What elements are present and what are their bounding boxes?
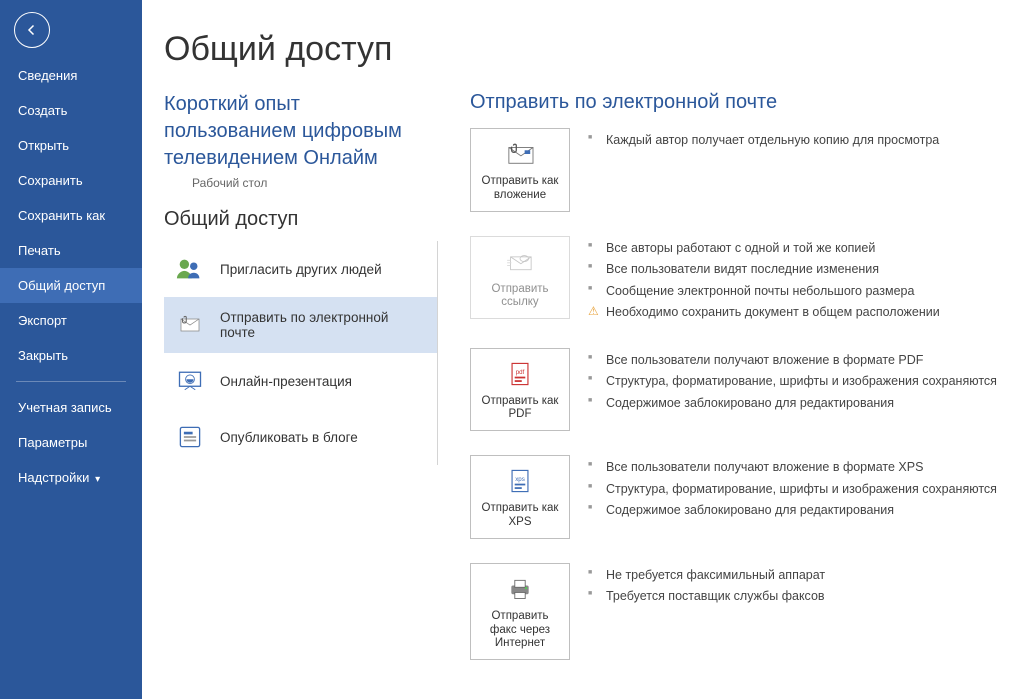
sidebar-separator (16, 381, 126, 382)
xps-icon: xps (503, 466, 537, 496)
bullet-item: Содержимое заблокировано для редактирова… (588, 393, 1005, 415)
bullet-item: Содержимое заблокировано для редактирова… (588, 500, 1005, 522)
back-button[interactable] (14, 12, 50, 48)
share-option-label: Пригласить других людей (220, 262, 382, 277)
sidebar-item-addins[interactable]: Надстройки ▾ (0, 460, 142, 495)
share-section-header: Общий доступ (164, 208, 438, 231)
button-label: Отправить как вложение (477, 175, 563, 203)
send-as-xps-button[interactable]: xps Отправить как XPS (470, 455, 570, 539)
left-column: Короткий опыт пользованием цифровым теле… (164, 91, 438, 684)
share-option-present[interactable]: Онлайн-презентация (164, 353, 437, 409)
doc-title-line: телевидением Онлайм (164, 147, 378, 169)
document-title: Короткий опыт пользованием цифровым теле… (164, 91, 438, 172)
share-option-label: Онлайн-презентация (220, 374, 352, 389)
option-bullets: Все авторы работают с одной и той же коп… (588, 236, 1005, 324)
button-label: Отправить как PDF (477, 395, 563, 423)
bullet-item: Не требуется факсимильный аппарат (588, 565, 1005, 587)
svg-text:pdf: pdf (516, 369, 525, 376)
bullet-item: Все авторы работают с одной и той же коп… (588, 238, 1005, 260)
doc-title-line: Короткий опыт (164, 93, 300, 115)
link-mail-icon (503, 247, 537, 277)
chevron-down-icon: ▾ (92, 474, 100, 485)
email-option-link: Отправить ссылку Все авторы работают с о… (470, 236, 1005, 324)
bullet-item: Все пользователи получают вложение в фор… (588, 457, 1005, 479)
bullet-item: Структура, форматирование, шрифты и изоб… (588, 479, 1005, 501)
sidebar-item-label: Надстройки (18, 470, 89, 485)
pdf-icon: pdf (503, 359, 537, 389)
button-label: Отправить ссылку (477, 283, 563, 311)
main-panel: Общий доступ Короткий опыт пользованием … (142, 0, 1025, 699)
option-bullets: Все пользователи получают вложение в фор… (588, 455, 1005, 522)
send-as-attachment-button[interactable]: Отправить как вложение (470, 128, 570, 212)
doc-title-line: пользованием цифровым (164, 120, 402, 142)
share-option-label: Отправить по электронной почте (220, 310, 427, 340)
document-location: Рабочий стол (192, 176, 438, 190)
bullet-item: Структура, форматирование, шрифты и изоб… (588, 371, 1005, 393)
share-option-invite[interactable]: Пригласить других людей (164, 241, 437, 297)
presentation-icon (174, 365, 206, 397)
email-attachment-icon (503, 139, 537, 169)
sidebar-item-export[interactable]: Экспорт (0, 303, 142, 338)
share-option-blog[interactable]: Опубликовать в блоге (164, 409, 437, 465)
option-bullets: Все пользователи получают вложение в фор… (588, 348, 1005, 415)
email-attachment-icon (174, 309, 206, 341)
email-option-attachment: Отправить как вложение Каждый автор полу… (470, 128, 1005, 212)
send-link-button: Отправить ссылку (470, 236, 570, 320)
option-bullets: Не требуется факсимильный аппарат Требуе… (588, 563, 1005, 608)
bullet-item: Все пользователи видят последние изменен… (588, 259, 1005, 281)
share-option-list: Пригласить других людей Отправить по эле… (164, 241, 438, 465)
blog-icon (174, 421, 206, 453)
button-label: Отправить как XPS (477, 502, 563, 530)
button-label: Отправить факс через Интернет (477, 610, 563, 651)
sidebar-item-options[interactable]: Параметры (0, 425, 142, 460)
people-icon (174, 253, 206, 285)
email-section-title: Отправить по электронной почте (470, 91, 1005, 114)
bullet-item: Требуется поставщик службы факсов (588, 586, 1005, 608)
sidebar-item-info[interactable]: Сведения (0, 58, 142, 93)
back-arrow-icon (23, 21, 41, 39)
email-option-pdf: pdf Отправить как PDF Все пользователи п… (470, 348, 1005, 432)
option-bullets: Каждый автор получает отдельную копию дл… (588, 128, 1005, 152)
backstage-sidebar: Сведения Создать Открыть Сохранить Сохра… (0, 0, 142, 699)
page-title: Общий доступ (164, 30, 1025, 69)
sidebar-item-saveas[interactable]: Сохранить как (0, 198, 142, 233)
share-option-label: Опубликовать в блоге (220, 430, 358, 445)
sidebar-item-print[interactable]: Печать (0, 233, 142, 268)
right-column: Отправить по электронной почте Отправить… (470, 91, 1025, 684)
sidebar-item-save[interactable]: Сохранить (0, 163, 142, 198)
sidebar-item-close[interactable]: Закрыть (0, 338, 142, 373)
share-option-email[interactable]: Отправить по электронной почте (164, 297, 437, 353)
send-as-pdf-button[interactable]: pdf Отправить как PDF (470, 348, 570, 432)
sidebar-item-share[interactable]: Общий доступ (0, 268, 142, 303)
bullet-warning: Необходимо сохранить документ в общем ра… (588, 302, 1005, 324)
sidebar-item-account[interactable]: Учетная запись (0, 390, 142, 425)
sidebar-item-open[interactable]: Открыть (0, 128, 142, 163)
sidebar-item-new[interactable]: Создать (0, 93, 142, 128)
bullet-item: Каждый автор получает отдельную копию дл… (588, 130, 1005, 152)
email-option-fax: Отправить факс через Интернет Не требует… (470, 563, 1005, 660)
send-internet-fax-button[interactable]: Отправить факс через Интернет (470, 563, 570, 660)
fax-printer-icon (503, 574, 537, 604)
bullet-item: Сообщение электронной почты небольшого р… (588, 281, 1005, 303)
bullet-item: Все пользователи получают вложение в фор… (588, 350, 1005, 372)
email-option-xps: xps Отправить как XPS Все пользователи п… (470, 455, 1005, 539)
svg-text:xps: xps (515, 476, 525, 483)
